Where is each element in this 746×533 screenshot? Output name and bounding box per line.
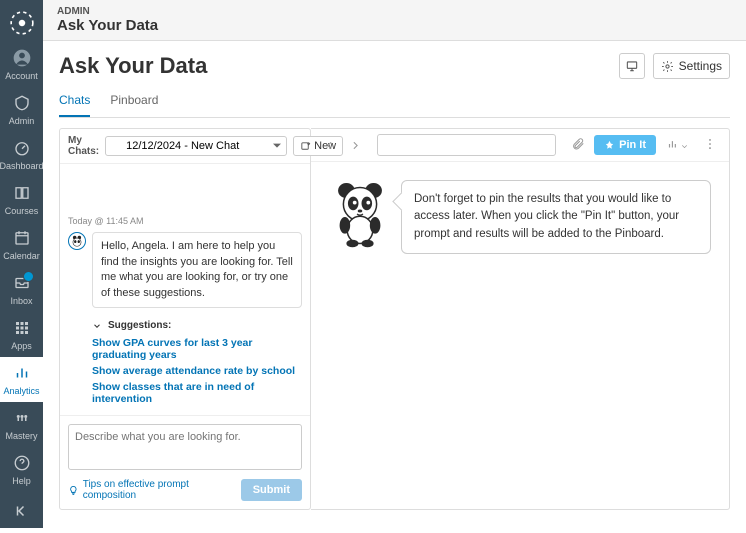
assistant-bubble: Hello, Angela. I am here to help you fin… — [92, 232, 302, 308]
tab-chats[interactable]: Chats — [59, 89, 90, 117]
app-logo — [9, 10, 35, 36]
suggestion-item[interactable]: Show classes that are in need of interve… — [92, 379, 302, 407]
account-icon — [12, 48, 32, 68]
more-menu-button[interactable] — [699, 137, 721, 154]
chart-type-button[interactable] — [662, 137, 693, 154]
message-timestamp: Today @ 11:45 AM — [68, 216, 302, 226]
panda-mascot-icon — [329, 180, 391, 248]
courses-icon — [12, 183, 32, 203]
suggestions-toggle[interactable]: Suggestions: — [92, 320, 302, 331]
nav-mastery[interactable]: Mastery — [0, 402, 43, 447]
admin-icon — [12, 93, 32, 113]
settings-button[interactable]: Settings — [653, 53, 730, 79]
intro-bubble: Don't forget to pin the results that you… — [401, 180, 711, 254]
nav-label: Inbox — [10, 296, 32, 306]
assistant-message: Hello, Angela. I am here to help you fin… — [68, 232, 302, 308]
chat-panel: My Chats: New Today @ 11:45 AM — [59, 128, 311, 510]
breadcrumb: ADMIN — [57, 6, 732, 17]
inbox-icon — [12, 273, 32, 293]
page-title: Ask Your Data — [59, 53, 207, 79]
analytics-icon — [12, 363, 32, 383]
help-icon — [12, 453, 32, 473]
settings-label: Settings — [679, 59, 722, 73]
nav-label: Account — [5, 71, 38, 81]
nav-analytics[interactable]: Analytics — [0, 357, 43, 402]
nav-help[interactable]: Help — [0, 447, 43, 492]
mastery-icon — [12, 408, 32, 428]
nav-dashboard[interactable]: Dashboard — [0, 132, 43, 177]
assistant-avatar-icon — [68, 232, 86, 250]
dashboard-icon — [12, 138, 32, 158]
header-title: Ask Your Data — [57, 17, 732, 34]
suggestion-item[interactable]: Show average attendance rate by school — [92, 363, 302, 379]
nav-apps[interactable]: Apps — [0, 312, 43, 357]
chat-messages: Today @ 11:45 AM Hello, Angela. I am her… — [60, 164, 310, 415]
global-nav: Account Admin Dashboard Courses Calendar… — [0, 0, 43, 528]
result-intro: Don't forget to pin the results that you… — [311, 162, 729, 272]
result-panel: Pin It — [311, 128, 730, 510]
kebab-icon — [703, 137, 717, 151]
tab-pinboard[interactable]: Pinboard — [110, 89, 158, 117]
nav-account[interactable]: Account — [0, 42, 43, 87]
gear-icon — [661, 60, 674, 73]
attach-button[interactable] — [568, 137, 588, 154]
nav-label: Help — [12, 476, 31, 486]
nav-calendar[interactable]: Calendar — [0, 222, 43, 267]
prompt-input[interactable] — [68, 424, 302, 470]
page-content: Ask Your Data Settings Chats Pinboard — [43, 41, 746, 528]
suggestion-item[interactable]: Show GPA curves for last 3 year graduati… — [92, 335, 302, 363]
page-header: ADMIN Ask Your Data — [43, 0, 746, 41]
suggestions-header: Suggestions: — [108, 320, 171, 331]
nav-label: Dashboard — [0, 161, 44, 171]
nav-label: Admin — [9, 116, 35, 126]
submit-button[interactable]: Submit — [241, 479, 302, 501]
paperclip-icon — [571, 137, 585, 151]
main-column: ADMIN Ask Your Data Ask Your Data Settin… — [43, 0, 746, 528]
pin-it-button[interactable]: Pin It — [594, 135, 656, 155]
result-search-input[interactable] — [377, 134, 556, 156]
my-chats-label: My Chats: — [68, 135, 99, 157]
nav-inbox[interactable]: Inbox — [0, 267, 43, 312]
nav-admin[interactable]: Admin — [0, 87, 43, 132]
nav-label: Courses — [5, 206, 39, 216]
pin-icon — [604, 140, 615, 151]
new-chat-icon — [300, 141, 311, 152]
collapse-nav-button[interactable] — [13, 492, 31, 533]
lightbulb-icon — [68, 485, 79, 496]
chevron-down-icon — [92, 321, 102, 331]
nav-label: Mastery — [5, 431, 37, 441]
chat-selector[interactable] — [105, 136, 287, 156]
chart-icon — [666, 137, 680, 151]
calendar-icon — [12, 228, 32, 248]
tips-link[interactable]: Tips on effective prompt composition — [68, 479, 241, 501]
nav-courses[interactable]: Courses — [0, 177, 43, 222]
prev-result-button[interactable] — [319, 135, 339, 155]
apps-icon — [12, 318, 32, 338]
next-result-button[interactable] — [345, 135, 365, 155]
chevron-down-icon — [680, 142, 689, 151]
workspace: My Chats: New Today @ 11:45 AM — [59, 128, 730, 510]
nav-label: Analytics — [3, 386, 39, 396]
tab-bar: Chats Pinboard — [59, 89, 730, 118]
nav-label: Apps — [11, 341, 32, 351]
present-button[interactable] — [619, 53, 645, 79]
nav-label: Calendar — [3, 251, 40, 261]
